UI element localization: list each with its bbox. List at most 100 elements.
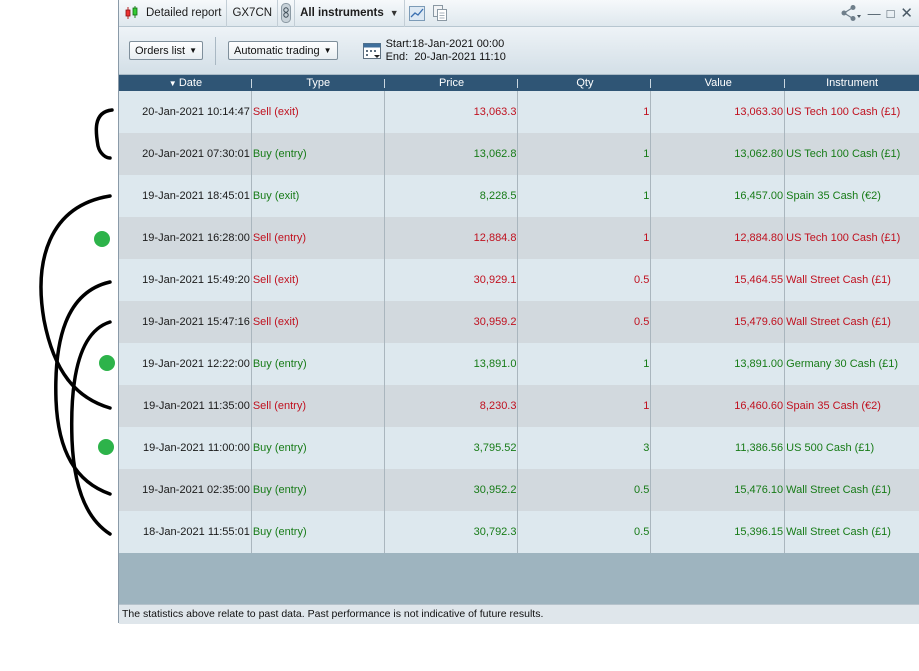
chart-button[interactable] — [405, 0, 429, 27]
copy-button[interactable] — [429, 0, 452, 27]
start-date: Start:18-Jan-2021 00:00 — [385, 37, 505, 50]
cell-price: 13,891.0 — [385, 343, 519, 385]
cell-price: 30,792.3 — [385, 511, 519, 553]
chart-icon — [408, 5, 425, 21]
table-row[interactable]: 19-Jan-2021 16:28:00 Sell (entry) 12,884.8… — [119, 217, 919, 259]
column-header-type[interactable]: Type — [252, 75, 385, 91]
date-range-text: Start:18-Jan-2021 00:00 End: 20-Jan-2021… — [386, 38, 506, 64]
cell-instrument: US Tech 100 Cash (£1) — [786, 106, 901, 118]
cell-price: 3,795.52 — [385, 427, 519, 469]
cell-value: 15,479.60 — [651, 301, 786, 343]
table-header: ▼ Date Type Price Qty Value Instrument — [119, 75, 919, 91]
cell-instrument: US Tech 100 Cash (£1) — [786, 232, 901, 244]
table-row[interactable]: 19-Jan-2021 15:47:16 Sell (exit) 30,959.2 0… — [119, 301, 919, 343]
share-icon[interactable] — [840, 4, 862, 22]
column-header-instrument[interactable]: Instrument — [785, 75, 919, 91]
table-row[interactable]: 20-Jan-2021 07:30:01 Buy (entry) 13,062.8 1… — [119, 133, 919, 175]
link-button[interactable] — [278, 0, 296, 27]
cell-type: Sell (entry) — [252, 217, 385, 259]
screen: Detailed report GX7CN All instruments ▼ — [0, 0, 919, 671]
cell-instrument: Wall Street Cash (£1) — [786, 316, 891, 328]
disclaimer-bar: The statistics above relate to past data… — [119, 604, 919, 624]
calendar-icon[interactable] — [362, 41, 382, 61]
annotation-arc — [39, 194, 112, 410]
table-row[interactable]: 19-Jan-2021 15:49:20 Sell (exit) 30,929.1 0… — [119, 259, 919, 301]
cell-type: Buy (entry) — [252, 511, 385, 553]
table-empty-area — [119, 553, 919, 604]
cell-qty: 1 — [518, 343, 652, 385]
cell-qty: 0.5 — [518, 259, 652, 301]
cell-qty: 1 — [518, 133, 652, 175]
automatic-trading-label: Automatic trading — [234, 44, 320, 57]
table-row[interactable]: 19-Jan-2021 02:35:00 Buy (entry) 30,952.2 0… — [119, 469, 919, 511]
copy-icon — [432, 5, 447, 21]
cell-value: 15,396.15 — [651, 511, 786, 553]
cell-instrument: Wall Street Cash (£1) — [786, 526, 891, 538]
automatic-trading-dropdown[interactable]: Automatic trading ▼ — [228, 41, 338, 60]
orders-list-label: Orders list — [135, 44, 186, 57]
toolbar-divider — [215, 36, 217, 65]
cell-qty: 1 — [518, 385, 652, 427]
column-header-date[interactable]: ▼ Date — [119, 75, 252, 91]
cell-date: 19-Jan-2021 11:00:00 — [119, 427, 252, 469]
cell-instrument: US Tech 100 Cash (£1) — [786, 148, 901, 160]
cell-price: 12,884.8 — [385, 217, 519, 259]
date-range-picker[interactable]: Start:18-Jan-2021 00:00 End: 20-Jan-2021… — [362, 38, 506, 64]
cell-instrument: US 500 Cash (£1) — [786, 442, 875, 454]
cell-price: 8,228.5 — [385, 175, 519, 217]
cell-date: 19-Jan-2021 12:22:00 — [119, 343, 252, 385]
column-header-price[interactable]: Price — [385, 75, 519, 91]
cell-type: Buy (entry) — [252, 133, 385, 175]
cell-instrument: Wall Street Cash (£1) — [786, 274, 891, 286]
minimize-icon[interactable]: — — [868, 7, 881, 20]
cell-price: 30,952.2 — [385, 469, 519, 511]
instrument-filter-dropdown[interactable]: All instruments ▼ — [295, 0, 405, 27]
cell-qty: 0.5 — [518, 469, 652, 511]
report-tab[interactable]: Detailed report — [119, 0, 228, 27]
cell-type: Sell (exit) — [252, 91, 385, 133]
annotation-dot — [98, 439, 114, 455]
report-window: Detailed report GX7CN All instruments ▼ — [118, 0, 919, 624]
maximize-icon[interactable]: □ — [887, 7, 895, 20]
cell-qty: 1 — [518, 175, 652, 217]
column-label: Value — [704, 77, 732, 89]
column-header-value[interactable]: Value — [651, 75, 785, 91]
chevron-down-icon: ▼ — [389, 8, 399, 18]
table-row[interactable]: 19-Jan-2021 11:35:00 Sell (entry) 8,230.3 1… — [119, 385, 919, 427]
close-icon[interactable]: ✕ — [900, 6, 913, 21]
report-label: Detailed report — [146, 7, 222, 19]
table-body: 20-Jan-2021 10:14:47 Sell (exit) 13,063.3 1… — [119, 91, 919, 553]
column-label: Date — [178, 77, 203, 89]
cell-date: 20-Jan-2021 10:14:47 — [119, 91, 252, 133]
title-bar: Detailed report GX7CN All instruments ▼ — [119, 0, 919, 27]
table-row[interactable]: 19-Jan-2021 12:22:00 Buy (entry) 13,891.0 1… — [119, 343, 919, 385]
cell-qty: 3 — [518, 427, 652, 469]
cell-value: 13,063.30 — [651, 91, 786, 133]
table-row[interactable]: 19-Jan-2021 18:45:01 Buy (exit) 8,228.5 1 16… — [119, 175, 919, 217]
sort-desc-icon: ▼ — [168, 79, 179, 88]
cell-date: 20-Jan-2021 07:30:01 — [119, 133, 252, 175]
cell-instrument: Spain 35 Cash (€2) — [786, 400, 881, 412]
cell-instrument: Spain 35 Cash (€2) — [786, 190, 881, 202]
link-icon — [281, 3, 292, 23]
table-row[interactable]: 20-Jan-2021 10:14:47 Sell (exit) 13,063.3 1… — [119, 91, 919, 133]
orders-list-dropdown[interactable]: Orders list ▼ — [129, 41, 204, 60]
cell-date: 18-Jan-2021 11:55:01 — [119, 511, 252, 553]
account-label: GX7CN — [232, 7, 273, 19]
column-header-qty[interactable]: Qty — [518, 75, 652, 91]
cell-value: 13,062.80 — [651, 133, 786, 175]
column-label: Qty — [576, 77, 594, 89]
chevron-down-icon: ▼ — [189, 46, 198, 55]
cell-value: 13,891.00 — [651, 343, 786, 385]
cell-value: 12,884.80 — [651, 217, 786, 259]
column-label: Type — [306, 77, 331, 89]
cell-type: Buy (entry) — [252, 343, 385, 385]
table-row[interactable]: 18-Jan-2021 11:55:01 Buy (entry) 30,792.3 0… — [119, 511, 919, 553]
account-id[interactable]: GX7CN — [227, 0, 279, 27]
cell-value: 16,460.60 — [651, 385, 786, 427]
cell-type: Sell (exit) — [252, 301, 385, 343]
cell-type: Buy (entry) — [252, 427, 385, 469]
cell-price: 8,230.3 — [385, 385, 519, 427]
orders-table: ▼ Date Type Price Qty Value Instrument 2… — [119, 75, 919, 604]
table-row[interactable]: 19-Jan-2021 11:00:00 Buy (entry) 3,795.52 3… — [119, 427, 919, 469]
